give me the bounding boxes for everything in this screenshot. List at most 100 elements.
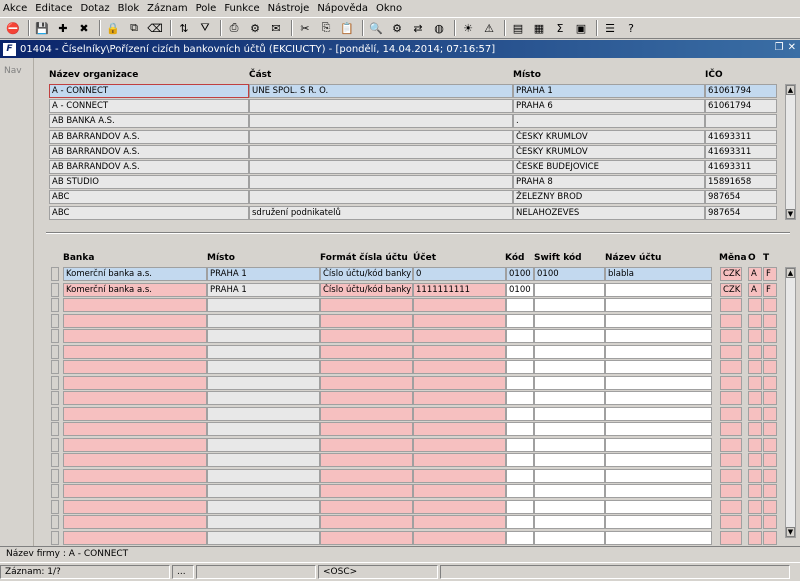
close-icon[interactable]: ✕ [788,42,796,53]
account-cell-nazev[interactable] [605,422,712,436]
top-cell-ico[interactable] [705,114,777,129]
account-cell-t[interactable] [763,515,777,529]
account-cell-nazev[interactable] [605,344,712,359]
account-cell-banka[interactable] [63,530,207,545]
top-scrollbar[interactable]: ▲ ▼ [785,84,796,220]
print-setup-icon[interactable]: ⚙ [246,19,264,37]
chart-icon[interactable]: ▦ [530,19,548,37]
account-cell-mena[interactable] [720,298,742,312]
account-cell-kod[interactable]: 0100 [506,282,534,297]
account-cell-mena[interactable] [720,406,742,421]
row-selector[interactable] [51,406,59,421]
duplicate-icon[interactable]: ⧉ [125,19,143,37]
row-selector[interactable] [51,453,59,467]
account-cell-kod[interactable] [506,515,534,529]
transfer-icon[interactable]: ⇄ [409,19,427,37]
row-selector[interactable] [51,282,59,297]
account-cell-ucet[interactable] [413,313,506,328]
top-cell-misto[interactable]: NELAHOZEVES [513,205,705,220]
account-cell-nazev[interactable] [605,298,712,312]
account-cell-o[interactable] [748,391,762,405]
account-cell-t[interactable] [763,499,777,514]
account-cell-o[interactable] [748,437,762,452]
account-cell-format[interactable] [320,484,413,498]
account-cell-ucet[interactable] [413,499,506,514]
account-cell-ucet[interactable] [413,406,506,421]
sum-icon[interactable]: Σ [551,19,569,37]
restore-icon[interactable]: ❐ [775,42,784,53]
account-cell-kod[interactable] [506,484,534,498]
account-cell-t[interactable] [763,484,777,498]
row-selector[interactable] [51,422,59,436]
account-cell-ucet[interactable]: 1111111111 [413,282,506,297]
row-selector[interactable] [51,360,59,374]
top-cell-misto[interactable]: PRAHA 1 [513,84,705,98]
account-cell-banka[interactable]: Komerční banka a.s. [63,267,207,281]
paste-icon[interactable]: 📋 [338,19,356,37]
top-cell-org[interactable]: AB BARRANDOV A.S. [49,160,249,174]
account-cell-mena[interactable] [720,422,742,436]
account-cell-mena[interactable] [720,329,742,343]
account-cell-t[interactable] [763,453,777,467]
top-cell-cast[interactable] [249,114,513,129]
top-cell-org[interactable]: A - CONNECT [49,84,249,98]
account-cell-mena[interactable] [720,391,742,405]
filter-icon[interactable]: ⛛ [196,19,214,37]
account-cell-misto[interactable] [207,375,320,390]
account-cell-kod[interactable] [506,468,534,483]
row-selector[interactable] [51,267,59,281]
menu-8[interactable]: Nápověda [317,3,368,14]
scroll-up-icon[interactable]: ▲ [786,85,795,95]
account-cell-misto[interactable] [207,468,320,483]
settings-icon[interactable]: ⚙ [388,19,406,37]
account-cell-ucet[interactable] [413,298,506,312]
account-cell-misto[interactable] [207,406,320,421]
account-cell-o[interactable] [748,468,762,483]
account-cell-t[interactable] [763,530,777,545]
account-cell-format[interactable]: Číslo účtu/kód banky [320,282,413,297]
row-selector[interactable] [51,344,59,359]
account-cell-mena[interactable] [720,468,742,483]
account-cell-nazev[interactable] [605,282,712,297]
account-cell-misto[interactable] [207,499,320,514]
account-cell-banka[interactable] [63,391,207,405]
account-cell-banka[interactable] [63,360,207,374]
account-cell-mena[interactable] [720,375,742,390]
scroll-down-icon[interactable]: ▼ [786,209,795,219]
account-cell-mena[interactable]: CZK [720,282,742,297]
top-cell-cast[interactable] [249,190,513,205]
account-cell-o[interactable]: A [748,267,762,281]
account-cell-kod[interactable] [506,360,534,374]
top-cell-org[interactable]: AB STUDIO [49,175,249,190]
account-cell-mena[interactable] [720,484,742,498]
insert-record-icon[interactable]: ✚ [54,19,72,37]
account-cell-swift[interactable] [534,530,605,545]
report-icon[interactable]: ▤ [509,19,527,37]
lock-icon[interactable]: 🔒 [104,19,122,37]
account-cell-misto[interactable] [207,484,320,498]
account-cell-misto[interactable]: PRAHA 1 [207,267,320,281]
copy-icon[interactable]: ⎘ [317,19,335,37]
scroll-down-icon[interactable]: ▼ [786,527,795,537]
account-cell-swift[interactable]: 0100 [534,267,605,281]
account-cell-swift[interactable] [534,499,605,514]
top-cell-misto[interactable]: ČESKY KRUMLOV [513,144,705,159]
account-cell-ucet[interactable] [413,329,506,343]
top-cell-ico[interactable]: 987654 [705,190,777,205]
top-cell-misto[interactable]: . [513,114,705,129]
row-selector[interactable] [51,530,59,545]
menu-0[interactable]: Akce [3,3,27,14]
account-cell-t[interactable] [763,468,777,483]
account-cell-t[interactable] [763,375,777,390]
account-cell-kod[interactable] [506,437,534,452]
account-cell-o[interactable] [748,499,762,514]
account-cell-misto[interactable] [207,313,320,328]
top-cell-cast[interactable]: UNE SPOL. S R. O. [249,84,513,98]
account-cell-misto[interactable] [207,437,320,452]
account-cell-o[interactable] [748,515,762,529]
row-selector[interactable] [51,313,59,328]
account-cell-t[interactable] [763,422,777,436]
account-cell-t[interactable] [763,406,777,421]
account-cell-format[interactable] [320,329,413,343]
account-cell-banka[interactable] [63,329,207,343]
